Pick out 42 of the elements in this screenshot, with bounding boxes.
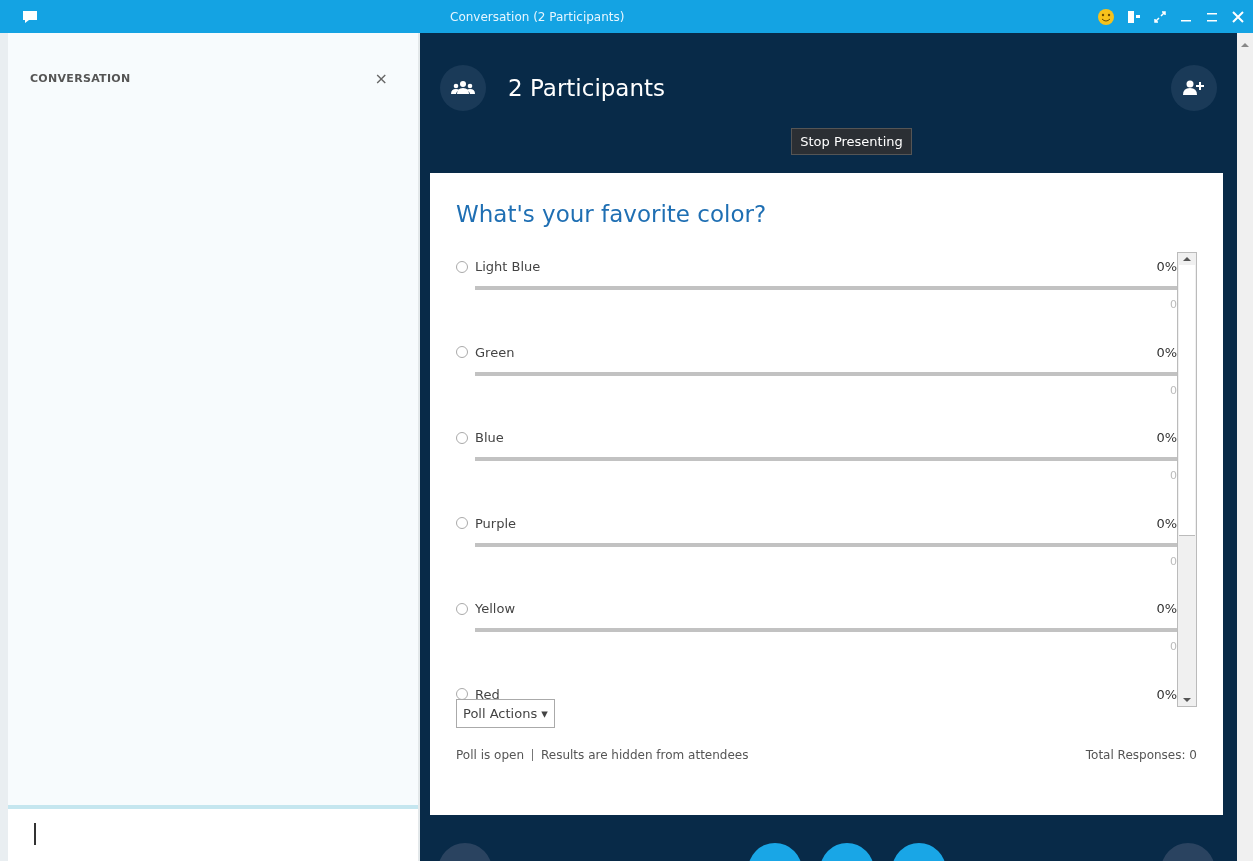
vote-count: 0 [1169,298,1177,311]
vote-count: 0 [1169,554,1177,568]
option-percent: 0% [1156,686,1177,702]
chat-bubble-icon [22,9,38,24]
option-percent: 0% [1156,430,1177,445]
poll-actions-dropdown[interactable]: Poll Actions ▾ [456,699,555,728]
poll-question: What's your favorite color? [456,201,768,227]
scroll-up-icon[interactable] [1240,41,1250,49]
total-responses: Total Responses: 0 [1085,748,1197,762]
scroll-down-icon[interactable] [1182,696,1192,704]
add-participant-button[interactable] [1171,65,1217,111]
layout-icon[interactable] [1127,9,1141,24]
option-label: Green [475,344,515,360]
people-icon [451,80,475,96]
option-label: Red [475,686,500,702]
message-input-field[interactable] [8,805,418,861]
add-person-icon [1183,80,1205,96]
panel-title: CONVERSATION [30,72,131,85]
participants-button[interactable] [440,65,486,111]
window-scrollbar[interactable] [1237,33,1253,861]
scrollbar[interactable] [1177,252,1197,707]
results-note: Results are hidden from attendees [541,748,749,762]
option-label: Blue [475,430,504,445]
option-percent: 0% [1156,344,1177,360]
close-button[interactable]: × [372,69,390,88]
poll-status: Poll is open [456,748,524,762]
smiley-icon[interactable] [1097,7,1115,26]
option-percent: 0% [1156,515,1177,531]
option-percent: 0% [1156,259,1177,274]
tooltip: Stop Presenting [791,128,912,155]
option-label: Yellow [475,601,516,616]
expand-icon[interactable] [1153,9,1167,24]
option-label: Purple [475,515,517,531]
vote-count: 0 [1169,383,1177,397]
participants-title: 2 Participants [508,75,666,101]
option-label: Light Blue [475,259,541,274]
vote-count: 0 [1169,640,1177,653]
close-icon[interactable] [1231,9,1245,24]
scroll-up-icon[interactable] [1182,255,1192,263]
option-percent: 0% [1156,601,1177,616]
vote-count: 0 [1169,469,1177,482]
window-title: Conversation (2 Participants) [450,9,625,24]
